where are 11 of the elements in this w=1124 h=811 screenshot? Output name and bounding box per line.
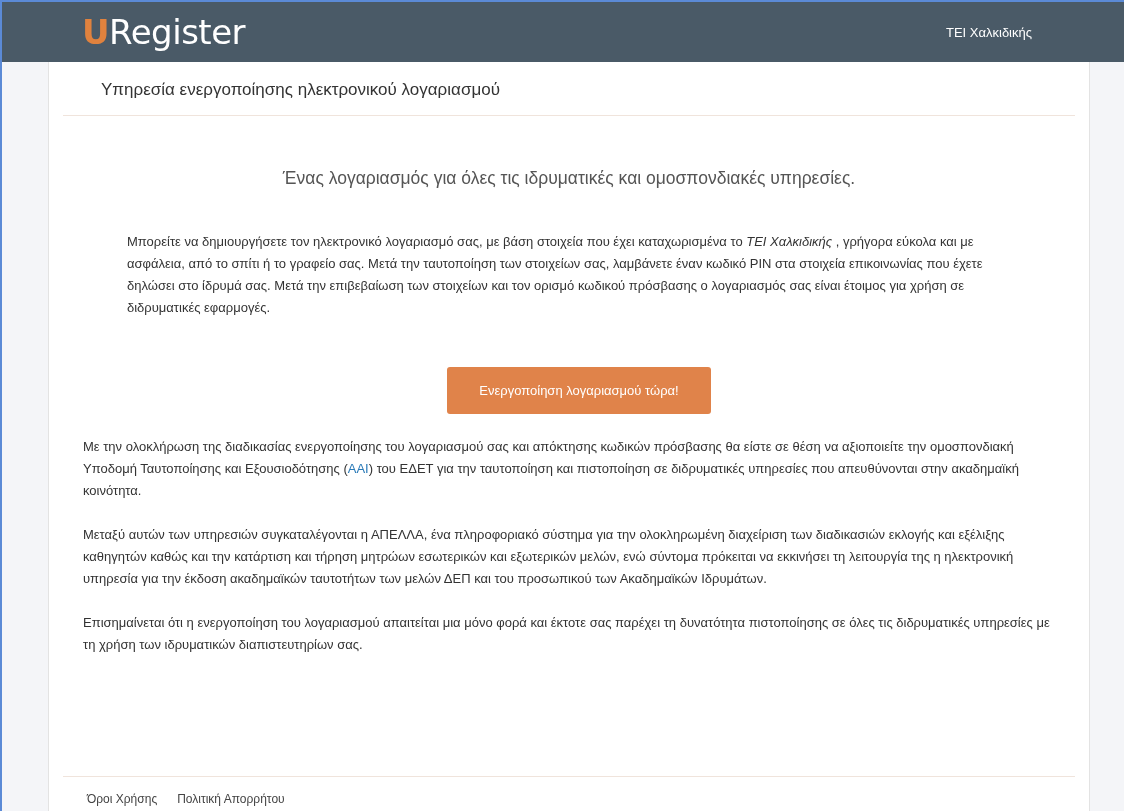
- headline: Ένας λογαριασμός για όλες τις ιδρυματικές και ομοσπονδιακές υπηρεσίες.: [281, 168, 857, 189]
- paragraph: Με την ολοκλήρωση της διαδικασίας ενεργοποίησης του λογαριασμού σας και απόκτησης κωδικών πρόσβασης θα είστε σε θέση να αξιοποιείτε την ομοσπονδιακή Υποδομή Ταυτοποίησης και Εξουσιοδότησης (AAI) του ΕΔΕΤ για την ταυτοποίηση και πιστοποίηση σε διδρυματικές υπηρεσίες που απευθύνονται στην ακαδημαϊκή κοινότητα.: [83, 438, 1020, 500]
- page-title: Υπηρεσία ενεργοποίησης ηλεκτρονικού λογαριασμού: [63, 62, 1075, 116]
- paragraph: Επισημαίνεται ότι η ενεργοποίηση του λογαριασμού απαιτείται μια μόνο φορά και έκτοτε σας παρέχει τη δυνατότητα πιστοποίησης σε όλες τις διδρυματικές υπηρεσίες με τη χρήση των ιδρυματικών διαπιστευτηρίων σας.: [83, 614, 1051, 654]
- footer-link[interactable]: Όροι Χρήσης: [87, 792, 158, 806]
- logo[interactable]: URegister: [82, 12, 246, 52]
- institution-name: ΤΕΙ Χαλκιδικής: [945, 24, 1032, 40]
- intro-paragraph: Μπορείτε να δημιουργήσετε τον ηλεκτρονικό λογαριασμό σας, με βάση στοιχεία που έχει καταχωρισμένα το ΤΕΙ Χαλκιδικής , γρήγορα εύκολα και με ασφάλεια, από το σπίτι ή το γραφείο σας. Μετά την ταυτοποίηση των στοιχείων σας, λαμβάνετε έναν κωδικό PIN στα στοιχεία επικοινωνίας που έχετε δηλώσει στο ίδρυμά σας. Μετά την επιβεβαίωση των στοιχείων και τον ορισμό κωδικού πρόσβασης ο λογαριασμός σας είναι έτοιμος για χρήση σε διδρυματικές εφαρμογές.: [127, 233, 984, 317]
- footer-link[interactable]: Πολιτική Απορρήτου: [177, 792, 285, 806]
- paragraph: Μεταξύ αυτών των υπηρεσιών συγκαταλέγονται η ΑΠΕΛΛΑ, ένα πληροφοριακό σύστημα για την ολοκληρωμένη διαχείριση των διαδικασιών εκλογής και εξέλιξης καθηγητών καθώς και την κατάρτιση και τήρηση μητρώων εσωτερικών και εξωτερικών μελών, ενώ σύντομα πρόκειται να εκκινήσει τη λειτουργία της η ηλεκτρονική υπηρεσία για την έκδοση ακαδημαϊκών ταυτοτήτων των μελών ΔΕΠ και του προσωπικού των Ακαδημαϊκών Ιδρυμάτων.: [83, 526, 1015, 588]
- aai-link[interactable]: AAI: [347, 461, 369, 476]
